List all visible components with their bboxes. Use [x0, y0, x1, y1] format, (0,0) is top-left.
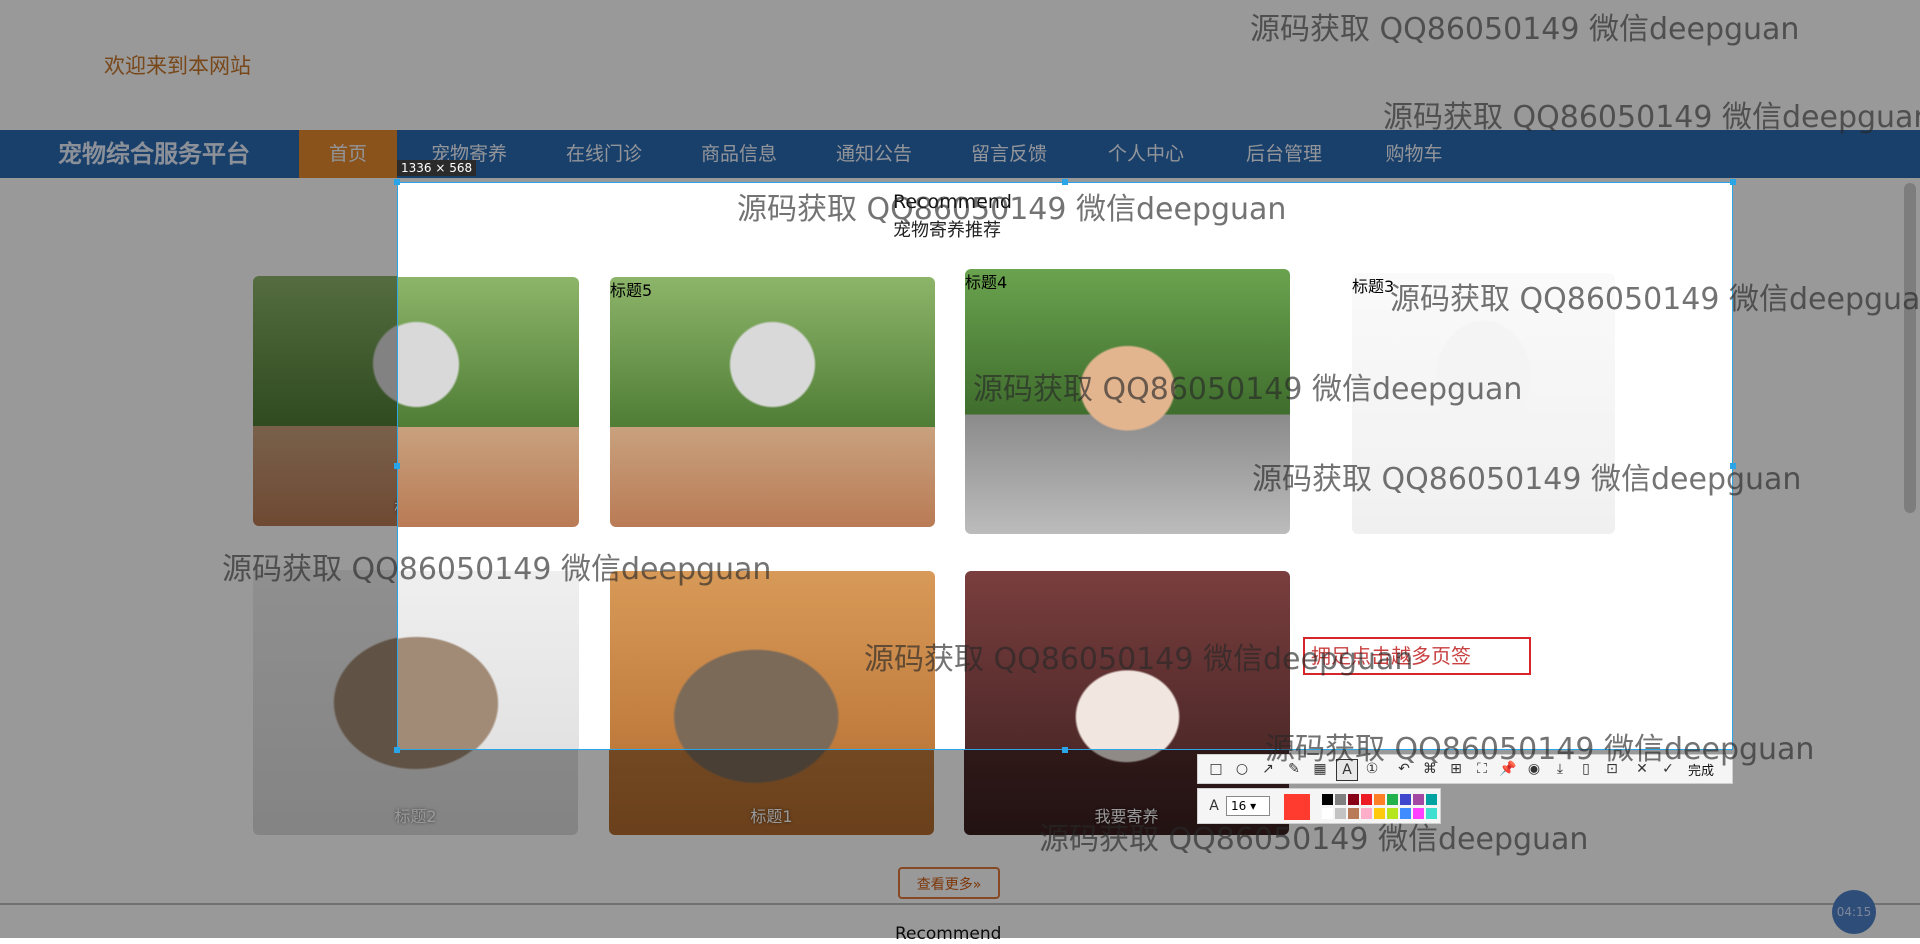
resize-handle[interactable] [394, 463, 400, 469]
color-swatch[interactable] [1426, 794, 1437, 805]
selection-size-label: 1336 × 568 [397, 160, 477, 176]
watermark: 源码获取 QQ86050149 微信deepguan [1039, 822, 1589, 857]
card-caption: 标题4 [965, 273, 1008, 292]
watermark: 源码获取 QQ86050149 微信deepguan [1252, 462, 1802, 497]
color-swatch[interactable] [1387, 794, 1398, 805]
watermark: 源码获取 QQ86050149 微信deepguan [1265, 732, 1815, 767]
color-swatch[interactable] [1400, 794, 1411, 805]
pet-card[interactable] [398, 571, 579, 749]
color-swatch[interactable] [1322, 794, 1333, 805]
font-icon: A [1209, 798, 1219, 814]
color-swatch[interactable] [1413, 794, 1424, 805]
resize-handle[interactable] [1062, 747, 1068, 753]
color-swatch[interactable] [1335, 794, 1346, 805]
font-size-select[interactable]: 16 ▾ [1226, 796, 1270, 816]
watermark: 源码获取 QQ86050149 微信deepguan [1383, 100, 1920, 135]
resize-handle[interactable] [394, 179, 400, 185]
watermark: 源码获取 QQ86050149 微信deepguan [1390, 282, 1920, 317]
resize-handle[interactable] [1730, 179, 1736, 185]
watermark: 源码获取 QQ86050149 微信deepguan [737, 192, 1287, 227]
pet-card[interactable]: 标题5 [610, 277, 935, 527]
watermark: 源码获取 QQ86050149 微信deepguan [864, 642, 1414, 677]
card-caption: 标题5 [610, 281, 653, 300]
ellipse-icon[interactable]: ○ [1232, 759, 1252, 779]
color-swatch[interactable] [1374, 794, 1385, 805]
dim-overlay [0, 182, 397, 750]
watermark: 源码获取 QQ86050149 微信deepguan [973, 372, 1523, 407]
resize-handle[interactable] [394, 747, 400, 753]
pet-card[interactable]: 标题6 [398, 277, 579, 527]
color-swatch[interactable] [1348, 794, 1359, 805]
watermark: 源码获取 QQ86050149 微信deepguan [1250, 12, 1800, 47]
rectangle-icon[interactable]: □ [1206, 759, 1226, 779]
color-swatch[interactable] [1361, 794, 1372, 805]
card-caption: 标题6 [398, 277, 579, 301]
watermark: 源码获取 QQ86050149 微信deepguan [222, 552, 772, 587]
font-size-value: 16 [1231, 799, 1247, 813]
